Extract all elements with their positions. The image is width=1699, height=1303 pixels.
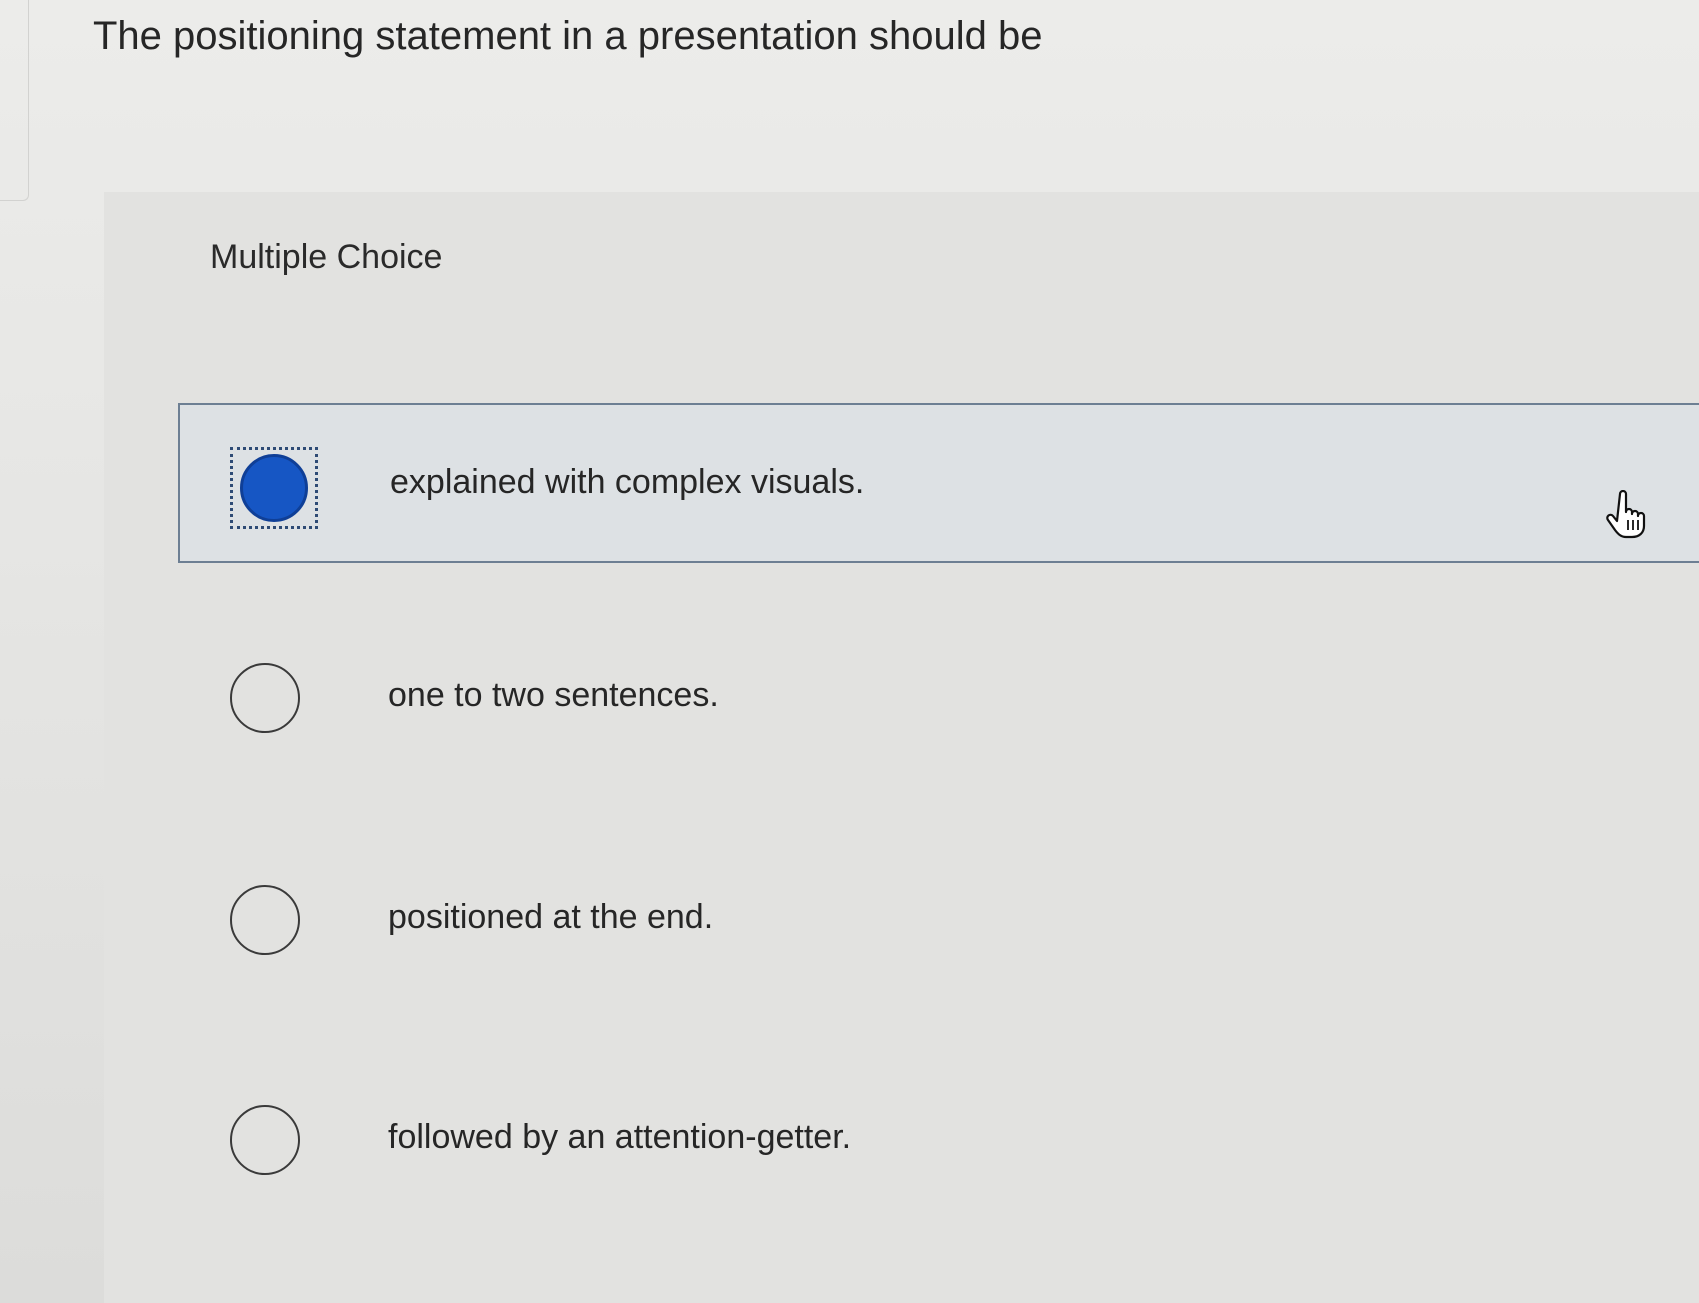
answer-option-label: positioned at the end. — [388, 898, 714, 936]
answer-option-label: explained with complex visuals. — [390, 463, 865, 501]
answer-option-4[interactable]: followed by an attention-getter. — [178, 1060, 1699, 1220]
answer-option-label: followed by an attention-getter. — [388, 1118, 852, 1156]
radio-button[interactable] — [230, 885, 300, 955]
question-type-label: Multiple Choice — [210, 238, 443, 276]
answer-option-3[interactable]: positioned at the end. — [178, 840, 1699, 1000]
answer-option-2[interactable]: one to two sentences. — [178, 618, 1699, 778]
radio-focus-ring — [230, 447, 318, 529]
left-panel-edge — [0, 0, 29, 201]
radio-button-selected[interactable] — [240, 454, 308, 522]
radio-button[interactable] — [230, 1105, 300, 1175]
hand-pointer-icon — [1606, 490, 1646, 539]
answer-option-1[interactable]: explained with complex visuals. — [178, 403, 1699, 563]
question-prompt: The positioning statement in a presentat… — [93, 14, 1043, 58]
radio-button[interactable] — [230, 663, 300, 733]
answer-option-label: one to two sentences. — [388, 676, 719, 714]
